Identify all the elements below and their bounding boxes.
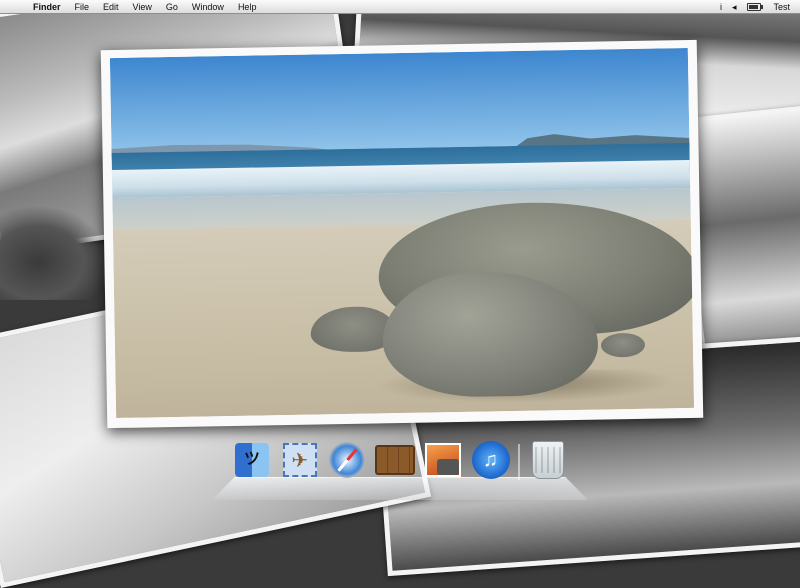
volume-icon[interactable]: ◂ xyxy=(727,0,742,14)
dock-item-itunes[interactable]: ♫ xyxy=(471,440,511,480)
dock-shelf xyxy=(212,477,588,500)
dock-item-iphoto[interactable] xyxy=(423,440,463,480)
itunes-icon: ♫ xyxy=(471,441,510,479)
finder-icon: ツ xyxy=(235,443,269,477)
trash-icon xyxy=(531,441,564,479)
dock-separator xyxy=(518,444,521,480)
dock-item-trash[interactable] xyxy=(528,440,568,480)
user-menu[interactable]: Test xyxy=(767,2,800,12)
background-rocks xyxy=(0,205,110,300)
dock-item-finder[interactable]: ツ xyxy=(232,440,272,480)
dock-items: ツ ✈ ♫ xyxy=(232,436,568,480)
iphoto-icon xyxy=(424,443,461,477)
menu-go[interactable]: Go xyxy=(159,0,185,14)
dock-item-mail[interactable]: ✈ xyxy=(280,440,320,480)
menu-edit[interactable]: Edit xyxy=(96,0,126,14)
menu-app-finder[interactable]: Finder xyxy=(26,0,68,14)
beach-scene xyxy=(109,47,695,419)
menu-view[interactable]: View xyxy=(126,0,159,14)
menu-bar: Finder File Edit View Go Window Help i ◂… xyxy=(0,0,800,14)
safari-icon xyxy=(329,442,366,478)
info-icon[interactable]: i xyxy=(715,0,727,14)
status-area: i ◂ Test xyxy=(715,0,800,14)
main-photo xyxy=(100,39,704,429)
dashboard-icon xyxy=(375,445,416,475)
menu-file[interactable]: File xyxy=(68,0,97,14)
dock-item-dashboard[interactable] xyxy=(375,440,416,480)
dock-item-safari[interactable] xyxy=(327,440,367,480)
dock: ツ ✈ ♫ xyxy=(212,436,588,500)
mail-icon: ✈ xyxy=(282,443,317,477)
sky xyxy=(109,47,690,154)
menu-window[interactable]: Window xyxy=(185,0,231,14)
menu-help[interactable]: Help xyxy=(231,0,264,14)
battery-icon[interactable] xyxy=(747,2,764,11)
